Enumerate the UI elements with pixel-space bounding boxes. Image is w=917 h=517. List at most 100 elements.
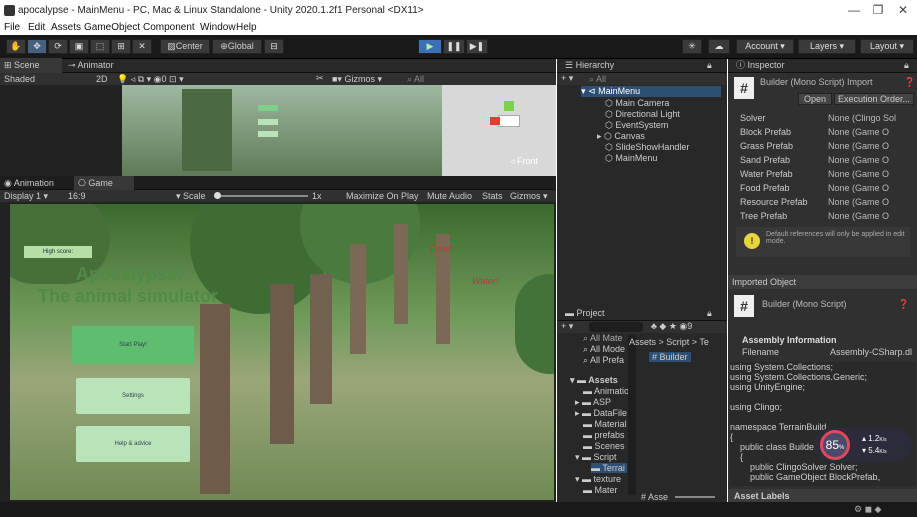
display-dropdown[interactable]: Display 1 ▾ (4, 191, 48, 202)
status-icons[interactable]: ⚙ ◼ ◆ (854, 504, 881, 515)
object-field-value[interactable]: None (Game O (828, 155, 889, 165)
icon-size-slider[interactable] (675, 496, 715, 498)
maximize-on-play-toggle[interactable]: Maximize On Play (346, 191, 419, 201)
lighting-icon[interactable]: 💡 ◃ ⧉ ▾ ◉0 ⊡ ▾ (117, 74, 184, 85)
layout-dropdown[interactable]: Layout ▾ (860, 39, 914, 54)
object-field-value[interactable]: None (Game O (828, 169, 889, 179)
object-field-value[interactable]: None (Clingo Sol (828, 113, 896, 123)
folder-animations[interactable]: ▬ Animatio (583, 386, 629, 396)
lock-icon[interactable]: 🔒︎ (707, 308, 712, 319)
create-dropdown[interactable]: + ▾ (561, 73, 573, 84)
menu-component[interactable]: Component (143, 22, 195, 33)
project-search-input[interactable] (589, 322, 643, 332)
project-breadcrumb[interactable]: Assets > Script > Te (629, 337, 709, 347)
menu-file[interactable]: File (4, 22, 20, 33)
projection-label[interactable]: ◃ Front (510, 156, 538, 167)
pivot-global-button[interactable]: ⊕Global (212, 39, 262, 54)
game-viewport[interactable]: High score: Apocalypse: The animal simul… (10, 204, 554, 500)
scene-search-input[interactable]: ⌕ All (407, 74, 424, 85)
scale-tool-icon[interactable]: ▣ (69, 39, 89, 54)
hierarchy-item-mainmenu-scene[interactable]: ▾ ⊲ MainMenu (581, 86, 721, 97)
hand-tool-icon[interactable]: ✋ (6, 39, 26, 54)
folder-terrain[interactable]: ▬ Terrai (591, 463, 627, 473)
favorite-all-materials[interactable]: ⌕ All Mate (583, 333, 623, 344)
object-field-value[interactable]: None (Game O (828, 197, 889, 207)
hierarchy-search-input[interactable]: ⌕ All (589, 74, 606, 85)
hierarchy-item-directional-light[interactable]: ⬡ Directional Light (605, 109, 680, 120)
menu-gameobject[interactable]: GameObject (84, 22, 140, 33)
help-icon[interactable]: ❓ (904, 77, 915, 88)
axis-y-icon[interactable] (504, 101, 514, 111)
folder-materials-sub[interactable]: ▬ Mater (583, 485, 618, 495)
menu-assets[interactable]: Assets (51, 22, 81, 33)
object-field-value[interactable]: None (Game O (828, 127, 889, 137)
axis-x-icon[interactable] (490, 117, 500, 125)
mode-2d-toggle[interactable]: 2D (96, 74, 108, 84)
menu-window[interactable]: Window (200, 22, 236, 33)
game-gizmos-dropdown[interactable]: Gizmos ▾ (510, 191, 548, 202)
tab-animator[interactable]: ⊸ Animator (64, 58, 134, 73)
move-tool-icon[interactable]: ✥ (27, 39, 47, 54)
tab-animation[interactable]: ◉ Animation (0, 176, 72, 191)
start-play-button[interactable]: Start Play! (72, 326, 194, 364)
folder-materials[interactable]: ▬ Material (583, 419, 627, 429)
tab-inspector[interactable]: ⓘ Inspector (732, 58, 785, 73)
scene-viewport[interactable] (122, 85, 442, 176)
settings-button[interactable]: Settings (76, 378, 190, 414)
pause-button[interactable]: ❚❚ (443, 39, 465, 54)
lock-icon[interactable]: 🔒︎ (904, 60, 909, 71)
maximize-button[interactable]: ❐ (870, 2, 886, 18)
account-dropdown[interactable]: Account ▾ (736, 39, 794, 54)
tab-hierarchy[interactable]: ☰ Hierarchy (561, 58, 614, 73)
rect-tool-icon[interactable]: ⬚ (90, 39, 110, 54)
hierarchy-item-mainmenu[interactable]: ⬡ MainMenu (605, 153, 657, 164)
file-builder[interactable]: # Builder (649, 352, 691, 362)
mute-audio-toggle[interactable]: Mute Audio (427, 191, 472, 201)
folder-prefabs[interactable]: ▬ prefabs (583, 430, 625, 440)
transform-tool-icon[interactable]: ⊞ (111, 39, 131, 54)
folder-script[interactable]: ▾ ▬ Script (575, 452, 617, 463)
cloud-icon[interactable]: ☁ (708, 39, 730, 54)
tab-game[interactable]: ⎔ Game (74, 176, 134, 191)
shading-dropdown[interactable]: Shaded (4, 74, 35, 84)
grid-snap-icon[interactable]: ⊟ (264, 39, 284, 54)
custom-tool-icon[interactable]: ✕ (132, 39, 152, 54)
folder-asp[interactable]: ▸ ▬ ASP (575, 397, 611, 408)
step-button[interactable]: ▶❚ (466, 39, 488, 54)
open-button[interactable]: Open (798, 93, 832, 105)
object-field-value[interactable]: None (Game O (828, 183, 889, 193)
create-dropdown[interactable]: + ▾ (561, 321, 573, 332)
close-button[interactable]: ✕ (895, 2, 911, 18)
folder-texture[interactable]: ▾ ▬ texture (575, 474, 621, 485)
network-monitor-overlay[interactable]: 85% ▴ 1.2K/s ▾ 5.4K/s (814, 428, 912, 462)
scale-slider-handle[interactable] (214, 192, 221, 199)
help-advice-button[interactable]: Help & advice (76, 426, 190, 462)
gizmos-dropdown[interactable]: ■▾ Gizmos ▾ (332, 74, 382, 85)
execution-order-button[interactable]: Execution Order... (834, 93, 914, 105)
tools-icon[interactable]: ✂ (316, 73, 324, 84)
menu-help[interactable]: Help (236, 22, 257, 33)
menu-edit[interactable]: Edit (28, 22, 45, 33)
help-icon[interactable]: ❓ (898, 299, 909, 310)
hierarchy-item-slideshowhandler[interactable]: ⬡ SlideShowHandler (605, 142, 689, 153)
hierarchy-item-main-camera[interactable]: ⬡ Main Camera (605, 98, 669, 109)
folder-scenes[interactable]: ▬ Scenes (583, 441, 625, 451)
project-splitter[interactable] (628, 335, 636, 495)
folder-assets[interactable]: ▾ ▬ Assets (570, 375, 618, 386)
rotate-tool-icon[interactable]: ⟳ (48, 39, 68, 54)
scale-slider[interactable] (218, 195, 308, 197)
filter-icon[interactable]: ♣ ◆ ★ ◉9 (651, 321, 692, 332)
tab-scene[interactable]: ⊞ Scene (0, 58, 62, 73)
favorite-all-models[interactable]: ⌕ All Mode (583, 344, 625, 355)
collab-icon[interactable]: ✳ (682, 39, 702, 54)
hierarchy-item-canvas[interactable]: ▸ ⬡ Canvas (597, 131, 645, 142)
pivot-center-button[interactable]: ▨Center (160, 39, 210, 54)
object-field-value[interactable]: None (Game O (828, 211, 889, 221)
layers-dropdown[interactable]: Layers ▾ (798, 39, 856, 54)
folder-datafile[interactable]: ▸ ▬ DataFile (575, 408, 627, 419)
aspect-dropdown[interactable]: 16:9 (68, 191, 86, 201)
object-field-value[interactable]: None (Game O (828, 141, 889, 151)
minimize-button[interactable]: — (846, 2, 862, 18)
hierarchy-item-eventsystem[interactable]: ⬡ EventSystem (605, 120, 668, 131)
orientation-gizmo-icon[interactable] (498, 115, 520, 127)
